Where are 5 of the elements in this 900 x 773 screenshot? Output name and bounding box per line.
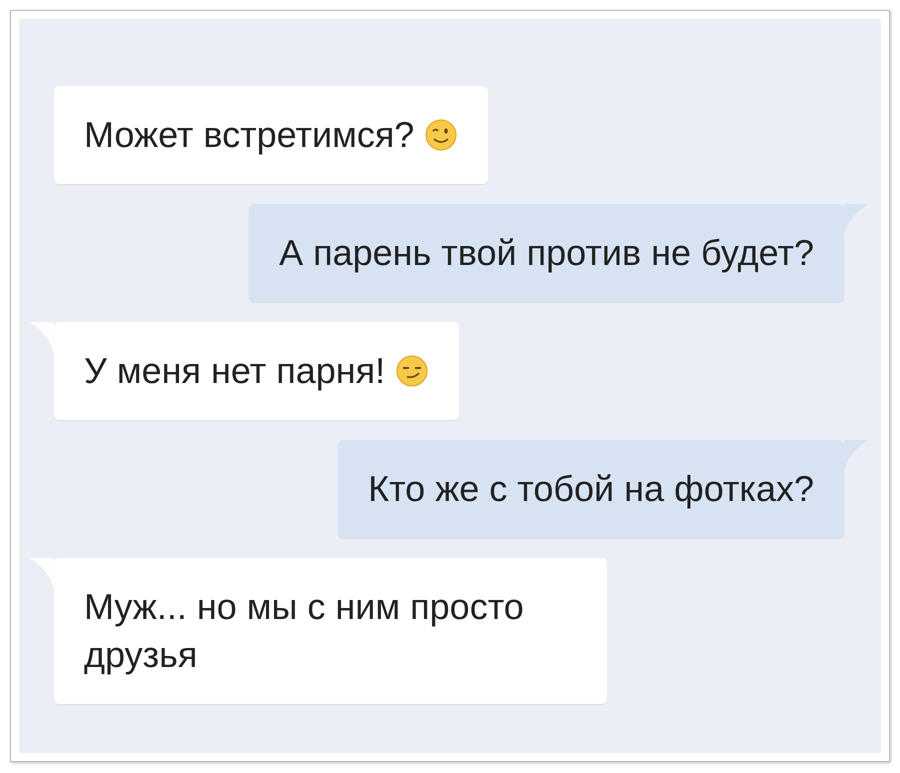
message-text: У меня нет парня! (84, 349, 386, 393)
message-text: Муж... но мы с ним просто друзья (84, 585, 525, 677)
message-text: Кто же с тобой на фотках? (368, 467, 814, 511)
message-text: Может встретимся? (84, 113, 414, 157)
message-text: А парень твой против не будет? (279, 231, 814, 275)
